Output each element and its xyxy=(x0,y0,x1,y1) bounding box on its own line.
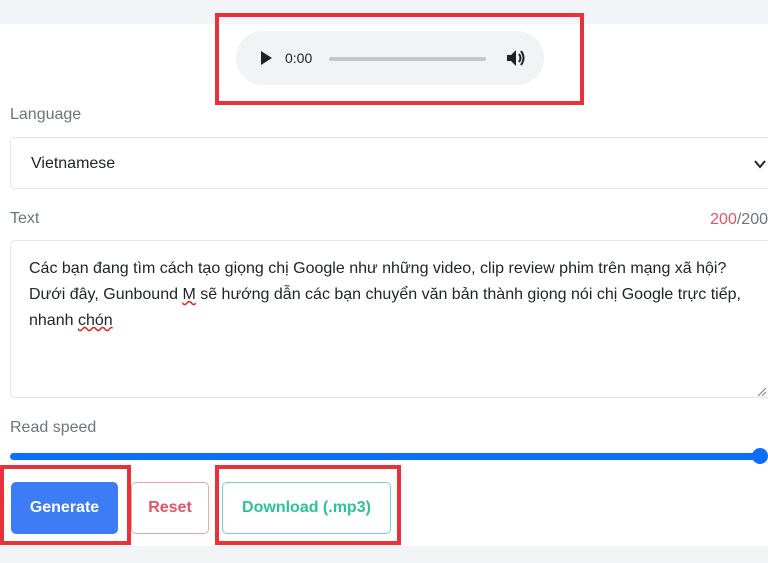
chevron-down-icon xyxy=(754,160,766,169)
reset-button[interactable]: Reset xyxy=(131,482,209,534)
language-selected-value: Vietnamese xyxy=(31,155,116,172)
text-label: Text xyxy=(10,210,40,227)
read-speed-label: Read speed xyxy=(10,419,97,436)
text-input[interactable]: Các bạn đang tìm cách tạo giọng chị Goog… xyxy=(10,240,768,398)
text-content-misspelled-chon: chón xyxy=(77,312,113,329)
text-content-misspelled-m: M xyxy=(182,286,196,303)
char-count-current: 200 xyxy=(710,211,737,228)
audio-player[interactable]: 0:00 xyxy=(236,31,544,85)
volume-icon[interactable] xyxy=(504,47,528,69)
audio-time: 0:00 xyxy=(285,50,313,66)
play-icon[interactable] xyxy=(256,48,276,68)
download-mp3-button[interactable]: Download (.mp3) xyxy=(222,482,391,534)
language-label: Language xyxy=(10,106,82,123)
read-speed-slider[interactable] xyxy=(10,453,762,460)
read-speed-slider-thumb[interactable] xyxy=(752,448,768,464)
resize-handle-icon[interactable] xyxy=(755,385,767,397)
audio-progress-track[interactable] xyxy=(329,57,486,61)
language-select[interactable]: Vietnamese xyxy=(10,137,768,189)
char-counter: 200/200 xyxy=(710,211,768,229)
generate-button[interactable]: Generate xyxy=(11,482,118,534)
char-count-max: /200 xyxy=(736,211,768,228)
